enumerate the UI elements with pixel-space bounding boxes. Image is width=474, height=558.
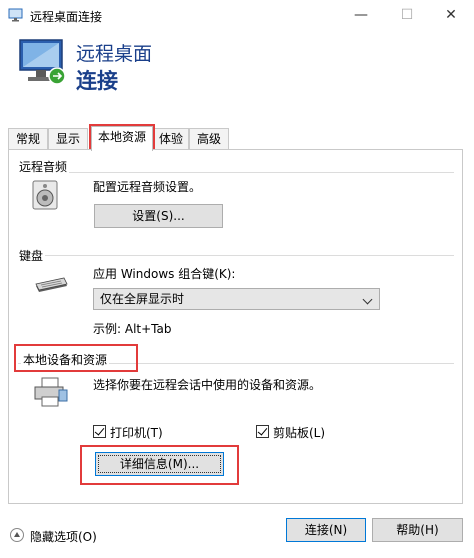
more-details-button[interactable]: 详细信息(M)... bbox=[95, 452, 224, 476]
keyboard-combo-value: 仅在全屏显示时 bbox=[100, 292, 185, 306]
connect-button[interactable]: 连接(N) bbox=[286, 518, 366, 542]
group-label-audio: 远程音频 bbox=[17, 158, 70, 175]
group-label-devices: 本地设备和资源 bbox=[21, 351, 110, 368]
printer-checkbox[interactable] bbox=[93, 425, 106, 438]
title-bar: 远程桌面连接 — ☐ ✕ bbox=[0, 0, 474, 31]
group-divider-audio bbox=[18, 172, 454, 173]
remote-desktop-icon bbox=[8, 8, 23, 22]
tab-panel bbox=[8, 149, 463, 504]
tab-display[interactable]: 显示 bbox=[48, 128, 88, 150]
tab-advanced[interactable]: 高级 bbox=[189, 128, 229, 150]
audio-description: 配置远程音频设置。 bbox=[93, 180, 202, 194]
keyboard-combo-select[interactable]: 仅在全屏显示时 bbox=[93, 288, 380, 310]
clipboard-label[interactable]: 剪贴板(L) bbox=[273, 424, 325, 441]
tab-local-resources[interactable]: 本地资源 bbox=[91, 126, 153, 151]
maximize-button[interactable]: ☐ bbox=[384, 0, 430, 31]
printer-icon bbox=[34, 377, 68, 407]
keyboard-apply-label: 应用 Windows 组合键(K): bbox=[93, 267, 236, 281]
tab-general[interactable]: 常规 bbox=[8, 128, 48, 150]
header-title-line2: 连接 bbox=[76, 69, 118, 93]
clipboard-checkbox[interactable] bbox=[256, 425, 269, 438]
monitor-icon bbox=[19, 39, 66, 85]
header-banner: 远程桌面 连接 bbox=[0, 31, 474, 101]
chevron-down-icon bbox=[362, 294, 373, 305]
expand-icon[interactable] bbox=[10, 528, 24, 542]
focus-rectangle bbox=[98, 455, 221, 473]
footer: 隐藏选项(O) 连接(N) 帮助(H) bbox=[0, 510, 474, 558]
help-button[interactable]: 帮助(H) bbox=[372, 518, 463, 542]
window-title: 远程桌面连接 bbox=[30, 10, 103, 24]
minimize-button[interactable]: — bbox=[338, 0, 384, 31]
devices-description: 选择你要在远程会话中使用的设备和资源。 bbox=[93, 378, 322, 392]
header-title-line1: 远程桌面 bbox=[76, 43, 153, 65]
group-label-keyboard: 键盘 bbox=[17, 247, 46, 264]
speaker-icon bbox=[32, 180, 58, 210]
hide-options-link[interactable]: 隐藏选项(O) bbox=[30, 528, 97, 545]
group-divider-keyboard bbox=[18, 255, 454, 256]
tab-experience[interactable]: 体验 bbox=[153, 128, 189, 150]
keyboard-icon bbox=[35, 277, 68, 292]
audio-settings-button[interactable]: 设置(S)... bbox=[94, 204, 223, 228]
printer-label[interactable]: 打印机(T) bbox=[110, 424, 163, 441]
close-button[interactable]: ✕ bbox=[428, 0, 474, 31]
tab-strip: 常规 显示 本地资源 体验 高级 bbox=[0, 126, 474, 151]
keyboard-example: 示例: Alt+Tab bbox=[93, 322, 172, 336]
